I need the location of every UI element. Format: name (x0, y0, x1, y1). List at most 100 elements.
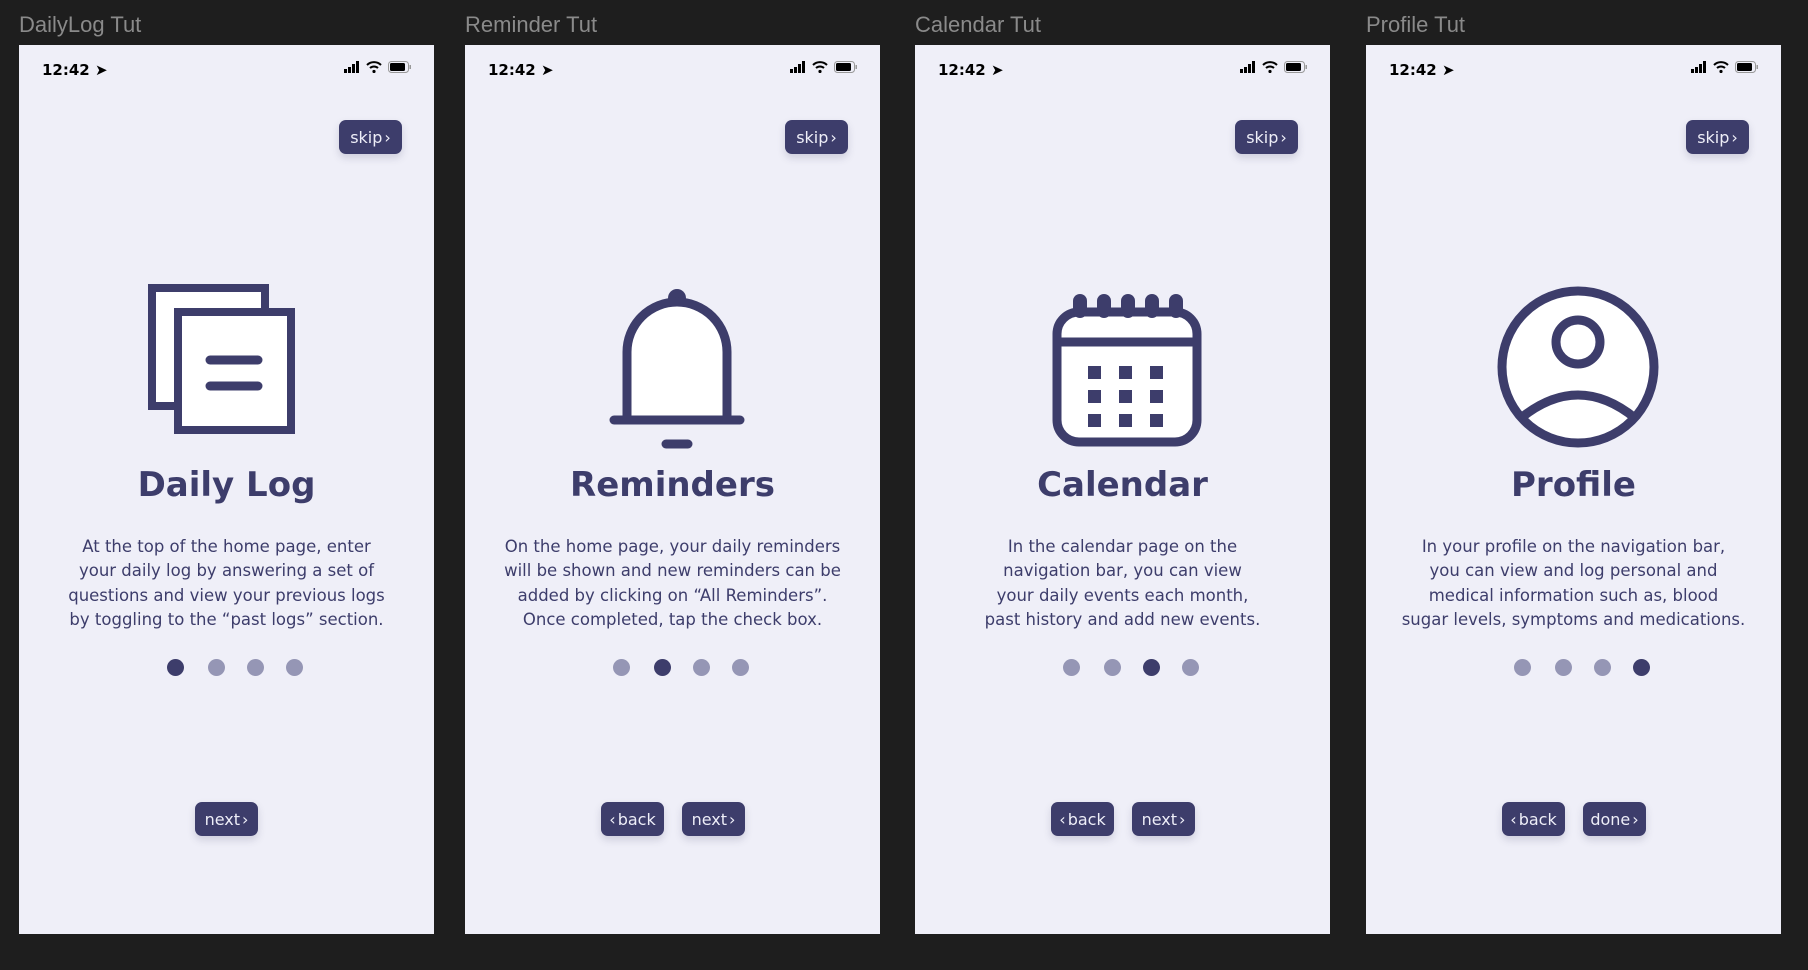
page-indicator-dot-2[interactable] (1104, 659, 1121, 676)
screen-description: In your profile on the navigation bar, yo… (1386, 535, 1761, 632)
description-line: past history and add new events. (984, 609, 1261, 629)
wifi-icon (1262, 61, 1278, 73)
chevron-right-icon: › (1280, 127, 1287, 147)
description-line: your daily events each month, (996, 585, 1249, 605)
location-arrow-icon: ➤ (1441, 61, 1455, 79)
signal-icon (790, 61, 805, 73)
status-icons (790, 61, 858, 73)
description-line: In the calendar page on the (1007, 537, 1238, 556)
chevron-right-icon: › (830, 127, 837, 147)
battery-icon (834, 61, 857, 73)
time-text: 12:42 (1389, 61, 1437, 79)
description-line: Once completed, tap the check box. (522, 609, 823, 629)
screen-description: On the home page, your daily reminders wi… (485, 535, 860, 632)
tutorial-screen-1: 12:42 ➤ skip › Daily Log At the top of th… (19, 45, 434, 934)
next-button[interactable]: next › (195, 802, 258, 836)
page-indicator-dot-4[interactable] (1633, 659, 1650, 676)
frame-label: Reminder Tut (465, 12, 598, 37)
chevron-right-icon: › (1731, 127, 1738, 147)
page-indicator-dot-1[interactable] (613, 659, 630, 676)
page-indicator-dot-4[interactable] (286, 659, 303, 676)
next-label: next (1141, 809, 1178, 829)
time-text: 12:42 (488, 61, 536, 79)
skip-label: skip (1697, 127, 1730, 147)
battery-icon (1735, 61, 1758, 73)
page-indicator-dot-3[interactable] (1143, 659, 1160, 676)
signal-icon (1691, 61, 1706, 73)
description-line: by toggling to the “past logs” section. (69, 609, 384, 629)
page-indicator-dot-1[interactable] (1063, 659, 1080, 676)
status-time: 12:42 ➤ (938, 61, 1004, 79)
location-arrow-icon: ➤ (990, 61, 1004, 79)
next-label: next (204, 809, 241, 829)
screen-description: In the calendar page on the navigation ba… (935, 535, 1310, 632)
page-indicator-dot-3[interactable] (247, 659, 264, 676)
chevron-left-icon: ‹ (1510, 809, 1517, 829)
status-icons (344, 61, 412, 73)
page-indicator-dot-2[interactable] (654, 659, 671, 676)
next-button[interactable]: next › (1132, 802, 1195, 836)
chevron-right-icon: › (1179, 809, 1186, 829)
back-label: back (617, 809, 656, 829)
back-label: back (1518, 809, 1557, 829)
screen-title: Daily Log (137, 465, 316, 505)
location-arrow-icon: ➤ (540, 61, 554, 79)
signal-icon (1240, 61, 1255, 73)
page-indicator-dot-1[interactable] (167, 659, 184, 676)
back-label: back (1067, 809, 1106, 829)
chevron-left-icon: ‹ (609, 809, 616, 829)
skip-label: skip (796, 127, 829, 147)
next-button[interactable]: next › (682, 802, 745, 836)
back-button[interactable]: ‹ back (1051, 802, 1114, 836)
page-indicator-dot-2[interactable] (208, 659, 225, 676)
description-line: will be shown and new reminders can be (504, 561, 841, 581)
frame-label: Calendar Tut (915, 12, 1041, 37)
tutorial-screen-3: 12:42 ➤ skip › Calendar In the calendar p… (915, 45, 1330, 934)
page-indicator-dot-4[interactable] (732, 659, 749, 676)
done-button[interactable]: done › (1583, 802, 1646, 836)
skip-button[interactable]: skip › (339, 120, 402, 154)
skip-label: skip (1246, 127, 1279, 147)
description-line: sugar levels, symptoms and medications. (1401, 609, 1746, 629)
frame-label: Profile Tut (1366, 12, 1466, 37)
page-indicator-dot-1[interactable] (1514, 659, 1531, 676)
skip-button[interactable]: skip › (785, 120, 848, 154)
page-indicator-dot-3[interactable] (693, 659, 710, 676)
signal-icon (344, 61, 359, 73)
status-icons (1240, 61, 1308, 73)
next-label: done (1590, 809, 1631, 829)
page-indicator-dot-4[interactable] (1182, 659, 1199, 676)
skip-label: skip (350, 127, 383, 147)
time-text: 12:42 (42, 61, 90, 79)
wifi-icon (812, 61, 828, 73)
description-line: you can view and log personal and (1429, 561, 1718, 581)
page-indicator-dot-3[interactable] (1594, 659, 1611, 676)
description-line: At the top of the home page, enter (82, 537, 371, 556)
chevron-right-icon: › (242, 809, 249, 829)
screen-title: Profile (1511, 465, 1636, 505)
back-button[interactable]: ‹ back (1502, 802, 1565, 836)
user-circle-icon (1493, 282, 1663, 452)
screen-title: Calendar (1037, 465, 1208, 505)
wifi-icon (1713, 61, 1729, 73)
screen-description: At the top of the home page, enter your d… (39, 535, 414, 632)
page-indicator-dot-2[interactable] (1555, 659, 1572, 676)
status-time: 12:42 ➤ (488, 61, 554, 79)
description-line: In your profile on the navigation bar, (1421, 537, 1726, 556)
description-line: added by clicking on “All Reminders”. (517, 585, 828, 605)
skip-button[interactable]: skip › (1235, 120, 1298, 154)
chevron-right-icon: › (384, 127, 391, 147)
tutorial-screen-4: 12:42 ➤ skip › Profile In your profile on… (1366, 45, 1781, 934)
status-icons (1691, 61, 1759, 73)
time-text: 12:42 (938, 61, 986, 79)
back-button[interactable]: ‹ back (601, 802, 664, 836)
screen-title: Reminders (570, 465, 775, 505)
chevron-left-icon: ‹ (1059, 809, 1066, 829)
frame-label: DailyLog Tut (19, 12, 142, 37)
calendar-icon (1042, 282, 1212, 452)
skip-button[interactable]: skip › (1686, 120, 1749, 154)
description-line: your daily log by answering a set of (78, 561, 375, 581)
tutorial-screen-2: 12:42 ➤ skip › Reminders On the home page… (465, 45, 880, 934)
battery-icon (388, 61, 411, 73)
documents-icon (146, 282, 316, 452)
